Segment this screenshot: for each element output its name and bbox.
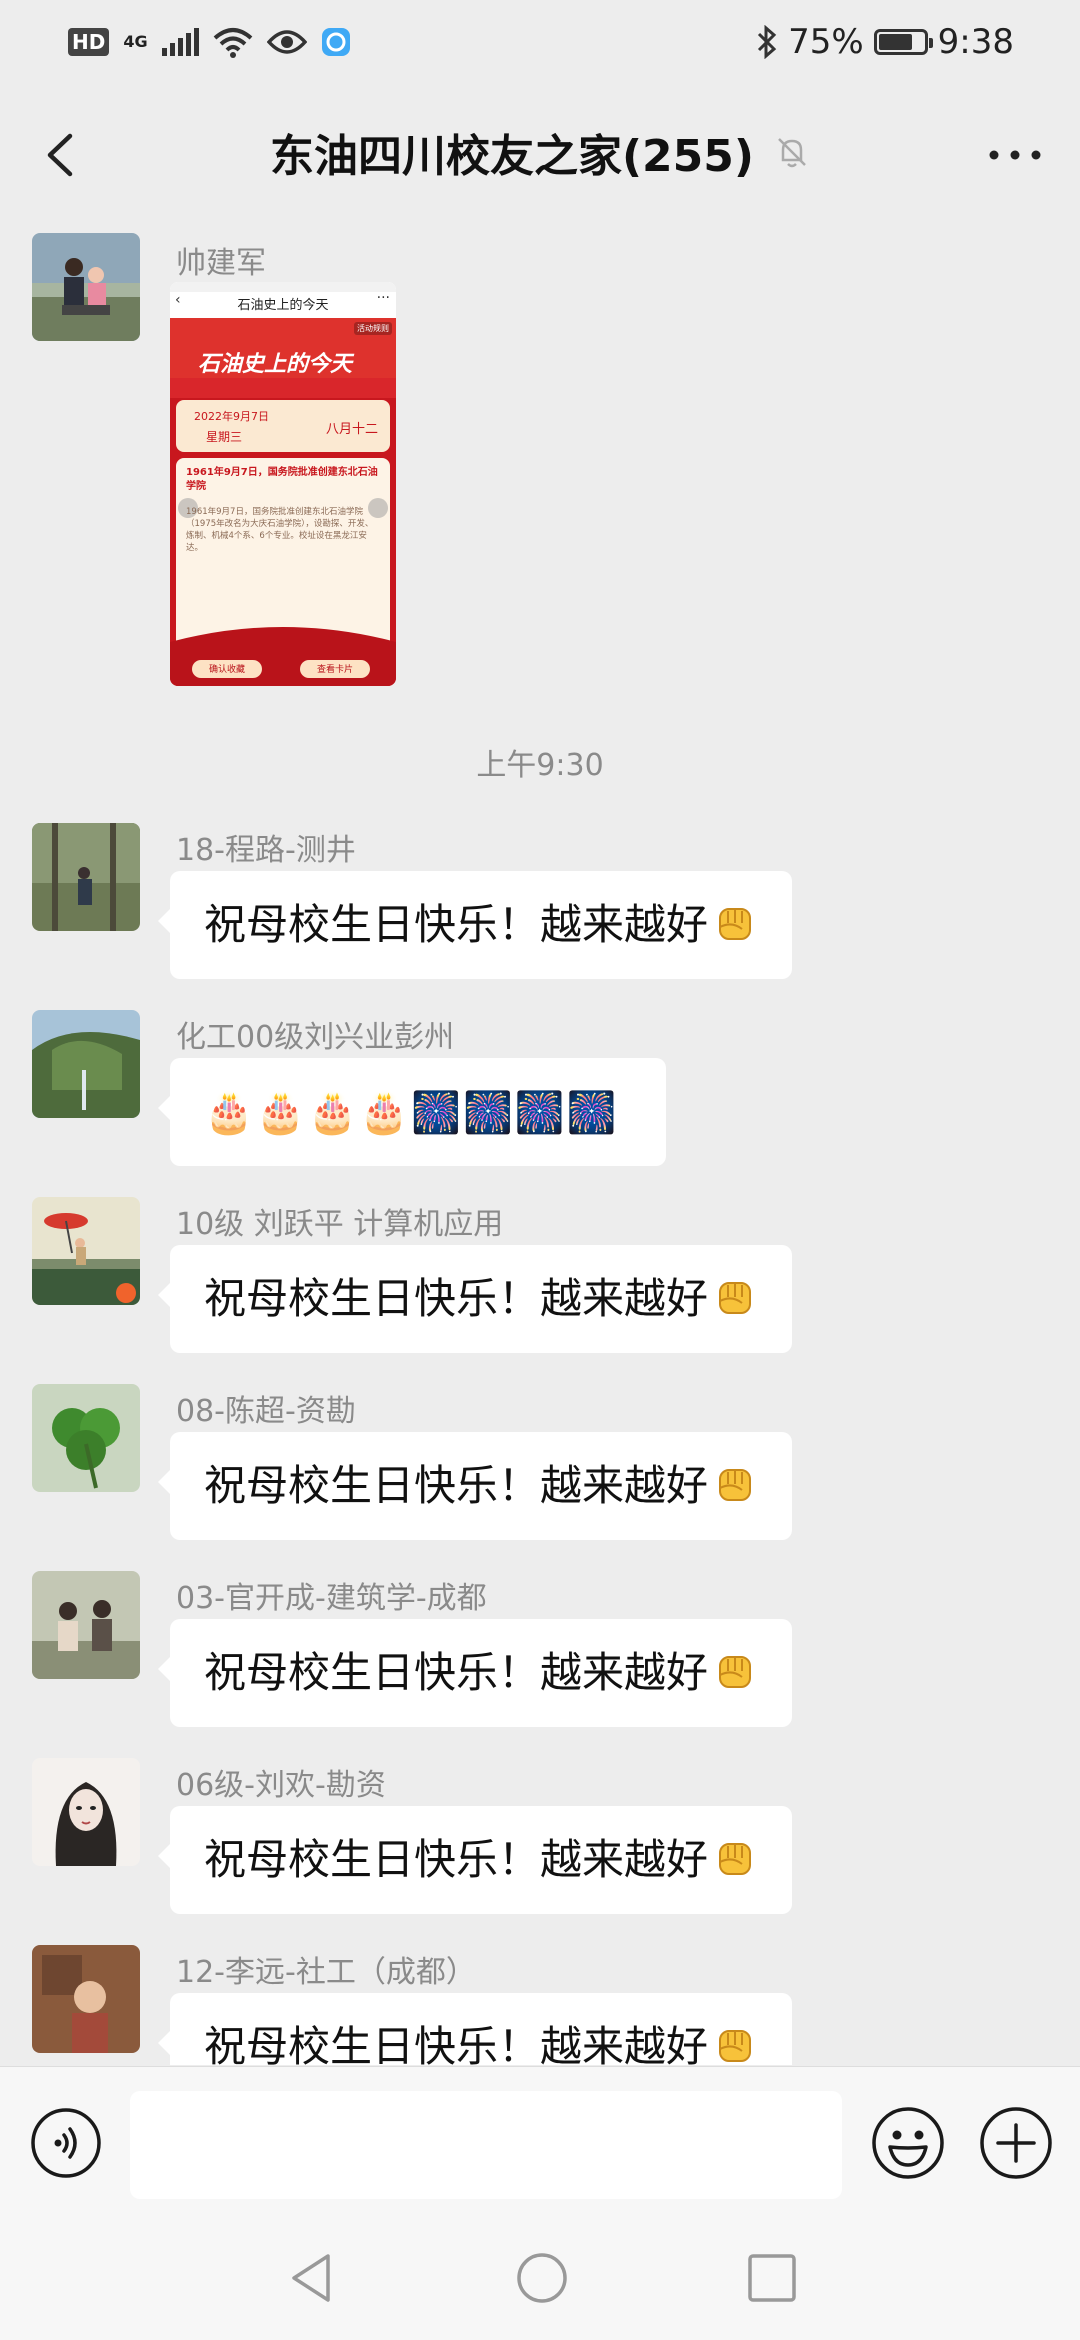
sender-name: 10级 刘跃平 计算机应用: [176, 1207, 504, 1242]
message-input[interactable]: [130, 2091, 842, 2199]
title-container: 东油四川校友之家(255): [0, 120, 1080, 184]
nav-home-icon[interactable]: [514, 2250, 570, 2306]
card-more-icon: ···: [376, 290, 390, 306]
message-text: 祝母校生日快乐！越来越好: [204, 1835, 709, 1884]
avatar[interactable]: [32, 1945, 140, 2053]
card-button-view: 查看卡片: [316, 665, 353, 675]
card-tag: 活动规则: [354, 322, 392, 335]
hd-icon: HD: [68, 28, 110, 56]
message-bubble[interactable]: 祝母校生日快乐！越来越好: [157, 1245, 793, 1353]
sender-name: 化工00级刘兴业彭州: [176, 1020, 455, 1055]
card-header-title: 石油史上的今天: [237, 298, 329, 313]
nav-recent-icon[interactable]: [744, 2250, 800, 2306]
message-input-bar: [0, 2066, 1080, 2223]
status-bar: HD 4G 75% 9:38: [0, 0, 1080, 92]
chat-message-list[interactable]: 帅建军 石油史上的今天 ‹ ··· 活动规则 石油史上的今天 2022年9月7日…: [0, 220, 1080, 2065]
message-text: 祝母校生日快乐！越来越好: [204, 1274, 709, 1323]
card-lunar: 八月十二: [325, 422, 378, 437]
more-icon[interactable]: [980, 122, 1050, 188]
message-bubble[interactable]: 祝母校生日快乐！越来越好: [157, 1619, 793, 1727]
fist-icon: [719, 2030, 752, 2062]
message-text: 祝母校生日快乐！越来越好: [204, 900, 709, 949]
bluetooth-icon: [758, 25, 777, 59]
message-bubble[interactable]: 祝母校生日快乐！越来越好: [157, 1432, 793, 1540]
emoji-icon[interactable]: [870, 2105, 946, 2181]
avatar[interactable]: [32, 233, 140, 341]
clock: 9:38: [937, 22, 1014, 62]
nav-back-icon[interactable]: [284, 2250, 340, 2306]
network-type-label: 4G: [123, 32, 148, 51]
card-weekday: 星期三: [206, 430, 243, 444]
card-date: 2022年9月7日: [194, 410, 269, 423]
fist-icon: [719, 1282, 752, 1314]
eye-icon: [266, 30, 307, 54]
avatar[interactable]: [32, 1010, 140, 1118]
message-text: 祝母校生日快乐！越来越好: [204, 1461, 709, 1510]
status-right: 75% 9:38: [756, 22, 1014, 62]
message-text: 祝母校生日快乐！越来越好: [204, 1648, 709, 1697]
voice-icon[interactable]: [30, 2107, 102, 2179]
sender-name: 08-陈超-资勘: [176, 1394, 356, 1429]
message-bubble[interactable]: 🎂🎂🎂🎂🎆🎆🎆🎆: [158, 1058, 666, 1166]
time-divider: 上午9:30: [476, 748, 604, 783]
fist-icon: [719, 908, 752, 940]
avatar[interactable]: [32, 1571, 140, 1679]
app-icon: [321, 28, 350, 56]
chat-title[interactable]: 东油四川校友之家(255): [270, 120, 754, 184]
plus-icon[interactable]: [978, 2105, 1054, 2181]
message-bubble[interactable]: 祝母校生日快乐！越来越好: [157, 1806, 793, 1914]
battery-percent: 75%: [788, 22, 864, 62]
card-back-icon: ‹: [175, 292, 181, 308]
avatar[interactable]: [32, 823, 140, 931]
battery-icon: [873, 29, 933, 55]
card-button-collect: 确认收藏: [208, 665, 245, 675]
chat-header: 东油四川校友之家(255): [0, 92, 1080, 220]
sender-name: 06级-刘欢-勘资: [176, 1768, 386, 1803]
message-text: 祝母校生日快乐！越来越好: [204, 2022, 709, 2065]
wifi-icon: [213, 28, 252, 58]
card-banner-title: 石油史上的今天: [198, 352, 353, 377]
mute-bell-icon: [778, 138, 806, 168]
system-nav-bar: [0, 2222, 1080, 2340]
signal-icon: [161, 28, 199, 56]
avatar[interactable]: [32, 1758, 140, 1866]
status-left: HD 4G: [68, 26, 351, 58]
sender-name: 03-官开成-建筑学-成都: [176, 1581, 487, 1616]
shared-image-card[interactable]: 石油史上的今天 ‹ ··· 活动规则 石油史上的今天 2022年9月7日 星期三…: [170, 282, 396, 686]
avatar[interactable]: [32, 1197, 140, 1305]
sender-name: 18-程路-测井: [176, 833, 356, 868]
message-bubble[interactable]: 祝母校生日快乐！越来越好: [157, 871, 793, 979]
message-bubble[interactable]: 祝母校生日快乐！越来越好: [157, 1993, 793, 2065]
fist-icon: [719, 1469, 752, 1501]
card-body: 1961年9月7日，国务院批准创建东北石油学院（1975年改名为大庆石油学院），…: [186, 507, 374, 553]
card-headline: 1961年9月7日，国务院批准创建东北石油学院: [186, 467, 378, 492]
message-text: 🎂🎂🎂🎂🎆🎆🎆🎆: [204, 1090, 619, 1136]
sender-name: 帅建军: [176, 246, 266, 281]
avatar[interactable]: [32, 1384, 140, 1492]
fist-icon: [719, 1656, 752, 1688]
sender-name: 12-李远-社工（成都）: [176, 1955, 476, 1990]
fist-icon: [719, 1843, 752, 1875]
